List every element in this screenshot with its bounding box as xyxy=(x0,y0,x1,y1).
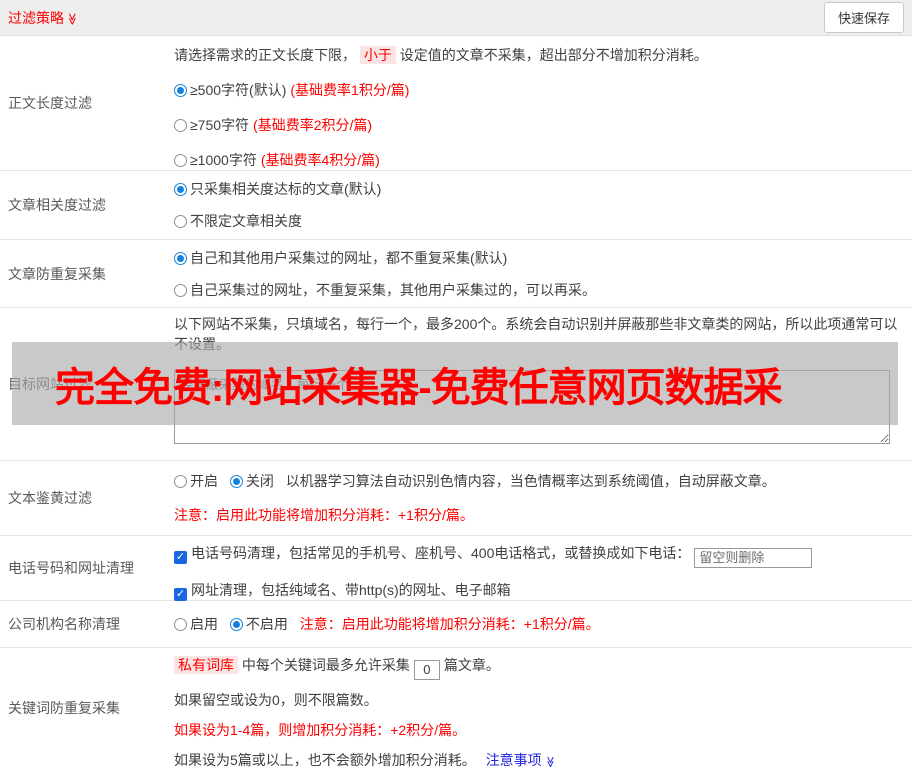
row-label: 文章防重复采集 xyxy=(8,265,106,282)
replacement-phone-input[interactable] xyxy=(694,547,813,568)
fee-note: (基础费率2积分/篇) xyxy=(253,117,373,133)
radio-checked-icon[interactable] xyxy=(174,183,187,196)
row-phone-url-clean: 电话号码和网址清理 ✓ 电话号码清理，包括常见的手机号、座机号、400电话格式，或… xyxy=(0,536,912,601)
porn-filter-desc: 以机器学习算法自动识别色情内容，当色情概率达到系统阈值，自动屏蔽文章。 xyxy=(285,473,776,489)
chevron-double-down-icon: ≫ xyxy=(543,755,556,768)
page-title-text: 过滤策略 xyxy=(8,9,64,26)
row-label: 文章相关度过滤 xyxy=(8,197,106,213)
radio-checked-icon[interactable] xyxy=(174,84,187,97)
fee-note: (基础费率4积分/篇) xyxy=(260,152,380,168)
row-porn-filter: 文本鉴黄过滤 开启 关闭 以机器学习算法自动识别色情内容，当色情概率达到系统阈值… xyxy=(0,461,912,536)
checkbox-checked-icon[interactable]: ✓ xyxy=(174,587,187,601)
checkbox-checked-icon[interactable]: ✓ xyxy=(174,551,187,564)
radio-option-global-dedup[interactable]: 自己和其他用户采集过的网址，都不重复采集(默认) xyxy=(174,248,904,268)
radio-option-on[interactable]: 开启 xyxy=(174,473,218,489)
radio-option-no-limit[interactable]: 不限定文章相关度 xyxy=(174,211,904,231)
radio-checked-icon[interactable] xyxy=(174,252,187,265)
radio-option-disable[interactable]: 不启用 xyxy=(229,616,288,632)
less-than-tag: 小于 xyxy=(359,46,396,64)
private-lexicon-tag: 私有词库 xyxy=(174,656,238,674)
row-company-clean: 公司机构名称清理 启用 不启用 注意：启用此功能将增加积分消耗：+1积分/篇。 xyxy=(0,601,912,648)
quick-save-button[interactable]: 快速保存 xyxy=(823,2,904,33)
notice-link[interactable]: 注意事项 ≫ xyxy=(486,752,556,768)
radio-unchecked-icon[interactable] xyxy=(174,154,187,167)
page-title[interactable]: 过滤策略≫ xyxy=(8,8,79,28)
header-bar: 过滤策略≫ 快速保存 xyxy=(0,0,912,36)
row-label: 电话号码和网址清理 xyxy=(8,560,134,576)
fee-note: (基础费率1积分/篇) xyxy=(290,82,410,98)
chevron-double-down-icon: ≫ xyxy=(65,12,80,25)
radio-unchecked-icon[interactable] xyxy=(174,284,187,297)
porn-filter-options: 开启 关闭 以机器学习算法自动识别色情内容，当色情概率达到系统阈值，自动屏蔽文章… xyxy=(174,471,904,491)
radio-checked-icon[interactable] xyxy=(229,618,243,631)
radio-unchecked-icon[interactable] xyxy=(174,119,187,132)
company-clean-options: 启用 不启用 注意：启用此功能将增加积分消耗：+1积分/篇。 xyxy=(174,614,904,634)
radio-option-self-dedup[interactable]: 自己采集过的网址，不重复采集，其他用户采集过的，可以再采。 xyxy=(174,280,904,300)
row-dedup-collection: 文章防重复采集 自己和其他用户采集过的网址，都不重复采集(默认) 自己采集过的网… xyxy=(0,240,912,308)
body-length-intro: 请选择需求的正文长度下限， 小于 设定值的文章不采集，超出部分不增加积分消耗。 xyxy=(174,46,708,64)
row-label: 正文长度过滤 xyxy=(8,95,92,111)
keyword-note-zero: 如果留空或设为0，则不限篇数。 xyxy=(174,691,378,708)
watermark-text: 完全免费:网站采集器-免费任意网页数据采 xyxy=(55,365,783,410)
watermark-overlay: 完全免费:网站采集器-免费任意网页数据采 xyxy=(12,342,898,425)
row-label: 文本鉴黄过滤 xyxy=(8,490,92,506)
keyword-limit-input[interactable] xyxy=(413,659,440,680)
row-label: 关键词防重复采集 xyxy=(8,700,120,716)
row-body-length-filter: 正文长度过滤 请选择需求的正文长度下限， 小于 设定值的文章不采集，超出部分不增… xyxy=(0,36,912,171)
row-label: 公司机构名称清理 xyxy=(8,616,120,632)
radio-unchecked-icon[interactable] xyxy=(174,618,187,631)
url-clean-option[interactable]: ✓ 网址清理，包括纯域名、带http(s)的网址、电子邮箱 xyxy=(174,580,904,601)
radio-option-relevant-only[interactable]: 只采集相关度达标的文章(默认) xyxy=(174,179,904,199)
radio-option-1000[interactable]: ≥1000字符 (基础费率4积分/篇) xyxy=(174,150,904,170)
row-keyword-dedup: 关键词防重复采集 私有词库 中每个关键词最多允许采集篇文章。 如果留空或设为0，… xyxy=(0,648,912,768)
phone-clean-option[interactable]: ✓ 电话号码清理，包括常见的手机号、座机号、400电话格式，或替换成如下电话： xyxy=(174,543,904,568)
radio-option-750[interactable]: ≥750字符 (基础费率2积分/篇) xyxy=(174,115,904,135)
keyword-limit-line: 私有词库 中每个关键词最多允许采集篇文章。 xyxy=(174,655,904,680)
keyword-note-cost: 如果设为1-4篇，则增加积分消耗：+2积分/篇。 xyxy=(174,721,467,738)
radio-unchecked-icon[interactable] xyxy=(174,475,187,488)
keyword-note-five: 如果设为5篇或以上，也不会额外增加积分消耗。 注意事项 ≫ xyxy=(174,750,904,768)
porn-filter-cost-note: 注意：启用此功能将增加积分消耗：+1积分/篇。 xyxy=(174,507,474,523)
radio-option-off[interactable]: 关闭 xyxy=(229,473,274,489)
radio-checked-icon[interactable] xyxy=(229,475,243,488)
company-clean-cost-note: 注意：启用此功能将增加积分消耗：+1积分/篇。 xyxy=(299,616,600,632)
radio-unchecked-icon[interactable] xyxy=(174,215,187,228)
row-relevance-filter: 文章相关度过滤 只采集相关度达标的文章(默认) 不限定文章相关度 xyxy=(0,171,912,240)
radio-option-500[interactable]: ≥500字符(默认) (基础费率1积分/篇) xyxy=(174,80,904,100)
radio-option-enable[interactable]: 启用 xyxy=(174,616,218,632)
